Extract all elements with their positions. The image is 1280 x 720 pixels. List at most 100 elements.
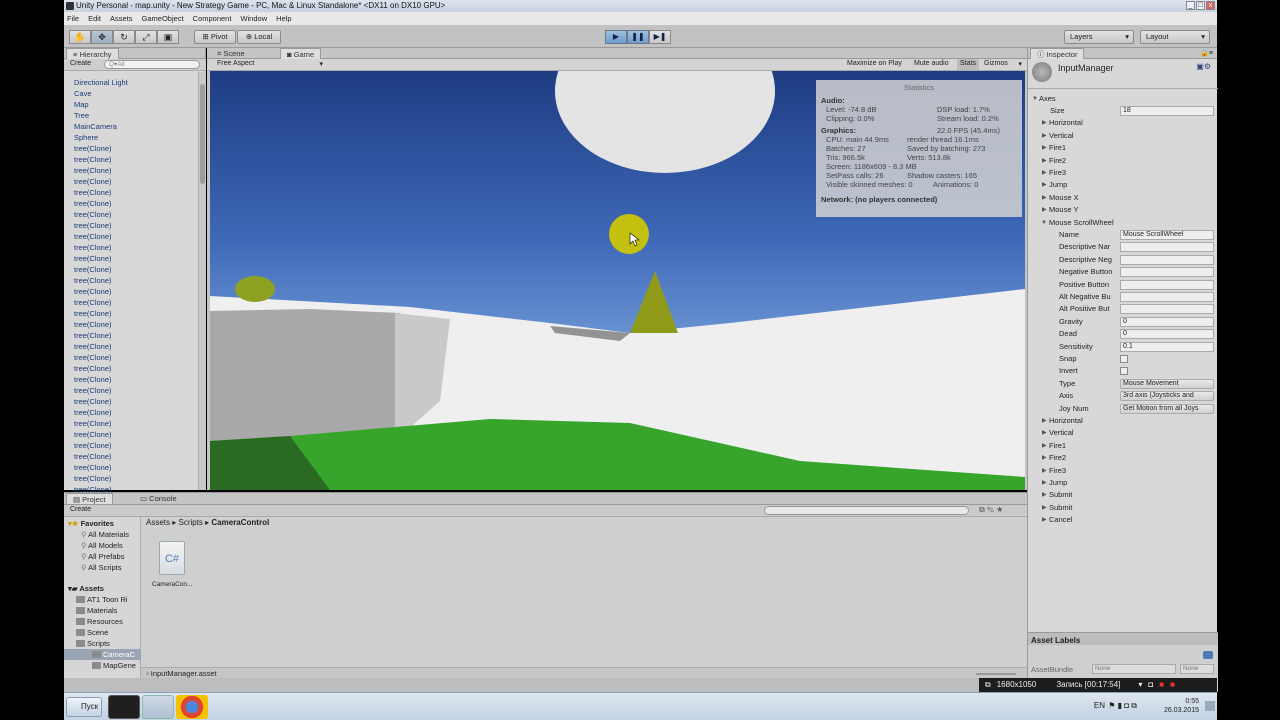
field-dropdown[interactable]: Mouse Movement (1120, 378, 1214, 389)
zoom-slider[interactable] (976, 673, 1016, 675)
favorite-item[interactable]: ⚲ All Prefabs (81, 551, 124, 562)
hierarchy-item[interactable]: Cave (64, 88, 200, 99)
stats-toggle[interactable]: Stats (957, 59, 979, 70)
game-viewport[interactable]: Statistics Audio: Level: -74.8 dB DSP loa… (210, 71, 1025, 490)
menu-edit[interactable]: Edit (88, 12, 101, 25)
scale-icon[interactable]: ⤢ (135, 30, 157, 44)
csharp-file-icon[interactable]: C# (159, 541, 185, 575)
field-input[interactable] (1120, 279, 1214, 290)
hierarchy-item[interactable]: tree(Clone) (64, 407, 200, 418)
project-create-dropdown[interactable]: Create (70, 506, 91, 513)
assets-header[interactable]: ▾▰ Assets (68, 583, 104, 594)
axis-foldout[interactable]: ▶ Horizontal (1028, 117, 1218, 129)
hierarchy-item[interactable]: Directional Light (64, 77, 200, 88)
folder-item[interactable]: Materials (76, 605, 117, 616)
maximize-on-play-toggle[interactable]: Maximize on Play (847, 60, 902, 67)
scrollbar-thumb[interactable] (200, 84, 205, 184)
tab-inspector[interactable]: ⓘ Inspector (1030, 48, 1085, 59)
hierarchy-item[interactable]: tree(Clone) (64, 253, 200, 264)
axis-foldout[interactable]: ▶ Vertical (1028, 427, 1218, 439)
aspect-dropdown[interactable]: Free Aspect ▾ (217, 60, 323, 68)
pivot-button[interactable]: ⊞ Pivot (194, 30, 236, 44)
favorite-item[interactable]: ⚲ All Materials (81, 529, 129, 540)
layout-dropdown[interactable]: Layout ▾ (1140, 30, 1210, 44)
tab-game[interactable]: ◙ Game (280, 48, 322, 59)
hierarchy-item[interactable]: tree(Clone) (64, 154, 200, 165)
mute-audio-toggle[interactable]: Mute audio (914, 60, 949, 67)
axis-foldout[interactable]: ▶ Fire1 (1028, 142, 1218, 154)
breadcrumb-assets[interactable]: Assets (146, 518, 170, 527)
menu-assets[interactable]: Assets (110, 12, 133, 25)
subfolder-item[interactable]: CameraC (64, 649, 141, 660)
axis-foldout[interactable]: ▶ Submit (1028, 502, 1218, 514)
axis-foldout[interactable]: ▶ Cancel (1028, 514, 1218, 526)
gizmos-dropdown[interactable]: Gizmos ▾ (984, 60, 1022, 68)
filter-icons[interactable]: ⧉ ✎ ★ (979, 505, 1003, 515)
tab-project[interactable]: ▤ Project (66, 493, 113, 504)
hierarchy-item[interactable]: tree(Clone) (64, 429, 200, 440)
subfolder-item[interactable]: MapGene (64, 660, 141, 671)
axis-foldout[interactable]: ▶ Mouse Y (1028, 204, 1218, 216)
axis-foldout[interactable]: ▶ Jump (1028, 477, 1218, 489)
hierarchy-item[interactable]: tree(Clone) (64, 319, 200, 330)
start-button[interactable]: Пуск (66, 697, 102, 717)
axis-foldout[interactable]: ▶ Jump (1028, 179, 1218, 191)
window-icon[interactable]: ⧉ (985, 678, 991, 692)
axis-foldout[interactable]: ▶ Fire3 (1028, 167, 1218, 179)
hierarchy-item[interactable]: tree(Clone) (64, 352, 200, 363)
settings-icon[interactable]: ▣⚙ (1196, 62, 1211, 71)
tab-hierarchy[interactable]: ≡ Hierarchy (66, 48, 119, 59)
asset-variant-dropdown[interactable]: None (1180, 664, 1214, 674)
hierarchy-item[interactable]: tree(Clone) (64, 143, 200, 154)
create-dropdown[interactable]: Create (70, 60, 91, 67)
field-dropdown[interactable]: 3rd axis (Joysticks and (1120, 391, 1214, 402)
folder-item[interactable]: Scene (76, 627, 108, 638)
folder-item[interactable]: Resources (76, 616, 123, 627)
hierarchy-item[interactable]: tree(Clone) (64, 440, 200, 451)
hierarchy-item[interactable]: tree(Clone) (64, 275, 200, 286)
axis-foldout[interactable]: ▶ Vertical (1028, 130, 1218, 142)
hierarchy-item[interactable]: tree(Clone) (64, 473, 200, 484)
file-name[interactable]: CameraCon... (152, 581, 192, 588)
axis-foldout[interactable]: ▶ Mouse X (1028, 192, 1218, 204)
breadcrumb-cameracontrol[interactable]: CameraControl (211, 518, 269, 527)
hierarchy-item[interactable]: tree(Clone) (64, 462, 200, 473)
hierarchy-item[interactable]: tree(Clone) (64, 396, 200, 407)
folder-item[interactable]: Scripts (76, 638, 110, 649)
project-search-input[interactable] (764, 506, 969, 515)
hierarchy-item[interactable]: tree(Clone) (64, 297, 200, 308)
favorite-item[interactable]: ⚲ All Models (81, 540, 123, 551)
hierarchy-item[interactable]: MainCamera (64, 121, 200, 132)
tab-scene[interactable]: ⌗ Scene (211, 48, 251, 59)
record-icon[interactable]: ■ (1170, 678, 1175, 692)
move-icon[interactable]: ✥ (91, 30, 113, 44)
hierarchy-item[interactable]: tree(Clone) (64, 242, 200, 253)
hierarchy-item[interactable]: tree(Clone) (64, 165, 200, 176)
axis-foldout[interactable]: ▶ Fire2 (1028, 155, 1218, 167)
field-input[interactable]: 0 (1120, 329, 1214, 340)
hierarchy-item[interactable]: tree(Clone) (64, 363, 200, 374)
hand-icon[interactable]: ✋ (69, 30, 91, 44)
recorder-taskbar-icon[interactable] (142, 695, 174, 719)
unity-taskbar-icon[interactable] (108, 695, 140, 719)
field-input[interactable]: Mouse ScrollWheel (1120, 230, 1214, 240)
hierarchy-search-input[interactable]: Q▾All (104, 60, 200, 69)
hierarchy-item[interactable]: tree(Clone) (64, 286, 200, 297)
axis-foldout[interactable]: ▶ Fire1 (1028, 440, 1218, 452)
rotate-icon[interactable]: ↻ (113, 30, 135, 44)
menu-window[interactable]: Window (240, 12, 267, 25)
favorites-header[interactable]: ▾★ Favorites (68, 518, 114, 529)
field-input[interactable] (1120, 254, 1214, 265)
menu-help[interactable]: Help (276, 12, 291, 25)
hierarchy-item[interactable]: tree(Clone) (64, 176, 200, 187)
hierarchy-item[interactable]: tree(Clone) (64, 418, 200, 429)
close-button[interactable]: x (1206, 1, 1215, 10)
layers-dropdown[interactable]: Layers ▾ (1064, 30, 1134, 44)
system-clock[interactable]: 0:55 26.03.2015 (1164, 697, 1199, 715)
hierarchy-item[interactable]: tree(Clone) (64, 330, 200, 341)
chrome-taskbar-icon[interactable] (176, 695, 208, 719)
minimize-button[interactable]: _ (1186, 1, 1195, 10)
favorite-item[interactable]: ⚲ All Scripts (81, 562, 122, 573)
field-input[interactable] (1120, 267, 1214, 278)
hierarchy-item[interactable]: tree(Clone) (64, 264, 200, 275)
